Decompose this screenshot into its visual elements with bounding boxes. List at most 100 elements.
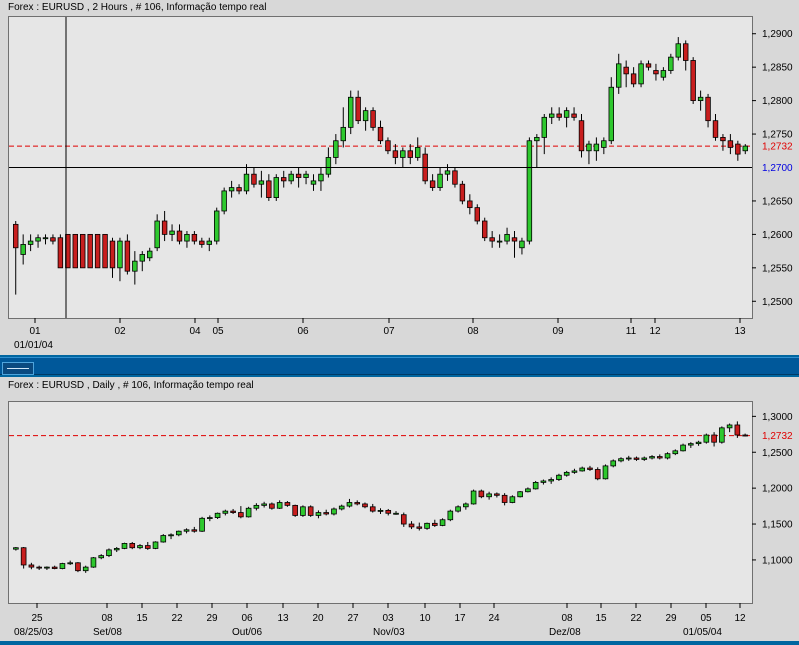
candle-bull [675,43,681,58]
candle-bear [161,220,168,235]
candle-bull [439,519,446,526]
candle-bear [400,514,407,525]
bottom-chart-svg[interactable]: 1,3000 1,2500 1,2000 1,1500 1,1000 1,2732 25 08… [0,378,799,641]
candle-bull [610,460,617,467]
candle-bull [183,529,190,532]
candle-bull [362,110,369,122]
candle-bear [501,494,508,503]
month-label: Out/06 [232,627,262,638]
candle-bear [742,434,748,437]
candle-bull [616,63,622,88]
candle-bear [236,187,242,192]
candle-bull [525,488,531,493]
y-tick-label: 1,2550 [762,263,793,274]
candle-bear [199,240,205,245]
candle-bear [482,220,488,239]
candle-bull [27,240,34,245]
candle-bull [132,260,138,272]
x-tick-label: 07 [383,326,395,337]
candle-bull [668,56,674,71]
candle-bull [618,458,624,462]
candle-bull [207,517,213,519]
candle-bull [258,180,265,185]
candle-bull [563,110,570,118]
bottom-border [0,641,799,645]
x-tick-label: 02 [114,326,126,337]
candle-bear [385,509,392,514]
candle-bull [602,465,609,480]
x-tick-label: 13 [277,613,289,624]
x-tick-label: 01 [29,326,41,337]
current-price-label: 1,2732 [762,431,793,442]
candle-bull [35,237,41,242]
candle-bear [144,545,151,549]
candle-bear [87,233,93,269]
x-tick-label: 06 [297,326,309,337]
x-tick-label: 04 [189,326,201,337]
candle-bear [28,564,35,568]
y-tick-label: 1,2750 [762,130,793,141]
candle-bear [362,503,368,508]
date-label: 01/01/04 [14,340,53,351]
current-price-label: 1,2732 [762,142,793,153]
top-chart-svg[interactable]: 1,2900 1,2850 1,2800 1,2750 1,2650 1,2600 1,25… [0,0,799,355]
y-tick-label: 1,1500 [762,520,793,531]
candle-bull [245,507,252,518]
candle-bear [51,566,58,569]
candle-bear [251,173,257,185]
candle-bull [206,240,212,245]
candle-bear [511,237,518,242]
candle-bull [415,147,421,158]
candle-bear [176,230,183,242]
x-tick-label: 08 [561,613,573,624]
x-tick-label: 12 [649,326,661,337]
candle-bear [355,96,361,122]
candle-bear [432,522,438,526]
x-tick-label: 11 [626,326,637,337]
candle-bull [169,230,175,235]
candle-bull [318,173,324,182]
candle-bull [228,187,235,192]
splitter-handle-icon[interactable] [2,362,34,375]
x-tick-label: 05 [212,326,224,337]
candle-bear [683,43,689,61]
candle-bear [385,140,391,152]
candle-bull [346,502,353,507]
cursor-price-label: 1,2700 [762,163,793,174]
candle-bear [452,170,458,185]
candle-bull [470,490,477,505]
candle-bull [660,70,667,78]
x-tick-label: 29 [665,613,677,624]
x-tick-label: 29 [206,613,218,624]
candle-bull [571,470,578,473]
x-tick-label: 05 [700,613,712,624]
candle-bull [719,427,725,443]
candle-bull [288,173,294,182]
pane-splitter[interactable] [0,355,799,377]
candle-bull [593,143,600,152]
candle-bear [354,502,361,505]
candle-bull [504,233,510,242]
candle-bear [690,60,696,102]
candle-bear [50,237,56,242]
candle-bull [534,136,540,142]
candle-bull [90,557,97,568]
candle-bear [656,456,663,459]
candle-bull [147,250,153,259]
y-tick-label: 1,2650 [762,196,793,207]
candle-bear [80,233,86,269]
x-tick-label: 17 [454,613,466,624]
candle-bear [712,120,719,138]
candle-bull [496,240,503,243]
candle-bull [517,491,523,498]
candle-bull [377,509,384,512]
candle-bear [587,467,593,470]
candle-bear [57,237,64,269]
x-tick-label: 03 [382,613,394,624]
candle-bear [230,510,236,513]
candle-bear [474,207,480,222]
candle-bear [467,200,473,209]
candle-bear [494,493,500,496]
splitter-bar[interactable] [0,357,799,375]
candle-bull [586,143,592,152]
